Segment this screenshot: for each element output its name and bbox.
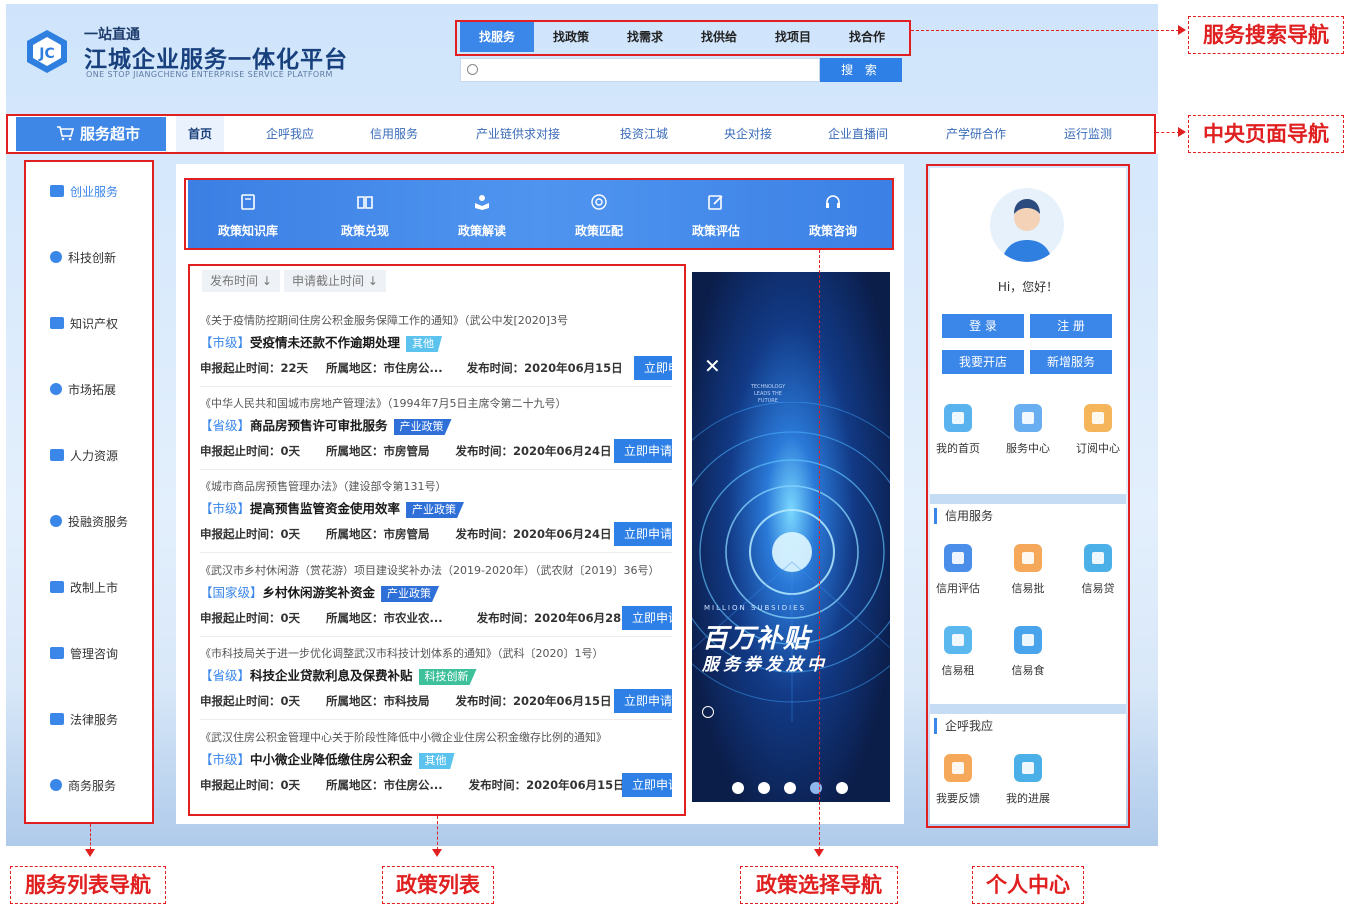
connector-line [437, 816, 438, 850]
circle-icon [702, 706, 714, 718]
search-icon [467, 64, 478, 75]
connector-line [819, 250, 820, 850]
central-nav-label: 中央页面导航 [1188, 115, 1344, 153]
platform-english-name: ONE STOP JIANGCHENG ENTERPRISE SERVICE P… [86, 70, 333, 79]
carousel-dot[interactable] [732, 782, 744, 794]
banner-subtitle: 服务券发放中 [702, 655, 828, 675]
banner-english: MILLION SUBSIDIES [704, 604, 807, 612]
connector-line [911, 30, 1179, 31]
central-nav-highlight [6, 114, 1156, 154]
promo-banner[interactable]: ✕ TECHNOLOGY LEADS THE FUTURE MILLION SU… [692, 272, 890, 802]
personal-center-label: 个人中心 [972, 866, 1084, 904]
jc-logo-icon: JC [27, 30, 67, 73]
search-input[interactable] [483, 61, 813, 79]
carousel-dot[interactable] [784, 782, 796, 794]
carousel-dot[interactable] [810, 782, 822, 794]
carousel-dot[interactable] [758, 782, 770, 794]
platform-logo[interactable]: JC 一站直通 江城企业服务一体化平台 ONE STOP JIANGCHENG … [24, 24, 354, 84]
banner-tech-text: TECHNOLOGY LEADS THE FUTURE [750, 384, 786, 404]
logo-mark-text: JC [38, 46, 54, 62]
arrow-right-icon [1178, 25, 1186, 35]
carousel-dots [732, 782, 848, 794]
arrow-right-icon [1178, 127, 1186, 137]
carousel-dot[interactable] [836, 782, 848, 794]
connector-line [90, 824, 91, 850]
connector-line [1156, 132, 1180, 133]
platform-name: 江城企业服务一体化平台 [84, 47, 348, 73]
arrow-down-icon [85, 849, 95, 857]
search-box [460, 58, 820, 82]
search-button[interactable]: 搜 索 [820, 58, 902, 82]
policy-list-highlight [188, 264, 686, 816]
search-nav-label: 服务搜索导航 [1188, 16, 1344, 54]
personal-center-highlight [926, 164, 1130, 828]
policy-select-highlight [184, 178, 894, 250]
policy-select-label: 政策选择导航 [740, 866, 898, 904]
arrow-down-icon [432, 849, 442, 857]
service-list-highlight [24, 160, 154, 824]
arrow-down-icon [814, 849, 824, 857]
close-mark-icon: ✕ [704, 354, 721, 378]
search-nav-highlight [455, 20, 911, 56]
service-list-label: 服务列表导航 [10, 866, 166, 904]
policy-list-label: 政策列表 [382, 866, 494, 904]
